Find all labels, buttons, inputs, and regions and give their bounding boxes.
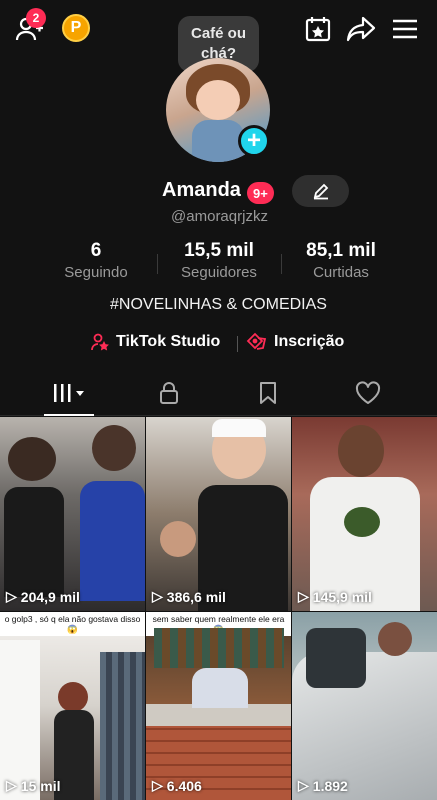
video-views: ▷ 6.406 <box>152 777 202 794</box>
profile-tabs <box>0 370 437 416</box>
play-icon: ▷ <box>298 777 309 793</box>
play-icon: ▷ <box>6 588 17 604</box>
divider <box>157 254 158 274</box>
tab-videos[interactable] <box>40 370 100 416</box>
active-tab-indicator <box>44 414 94 416</box>
edit-profile-button[interactable] <box>292 175 349 207</box>
video-views: ▷ 204,9 mil <box>6 588 80 605</box>
profile-links: TikTok Studio Inscrição <box>0 332 437 356</box>
video-thumbnail[interactable]: ▷ 386,6 mil <box>146 417 291 611</box>
bookmark-icon <box>260 382 276 404</box>
play-icon: ▷ <box>152 777 163 793</box>
video-thumbnail[interactable]: ▷ 1.892 <box>292 612 437 800</box>
video-views: ▷ 1.892 <box>298 777 348 794</box>
tiktok-studio-link[interactable]: TikTok Studio <box>90 332 220 352</box>
profile-name: Amanda <box>162 179 241 201</box>
profile-stats: 6 Seguindo 15,5 mil Seguidores 85,1 mil … <box>0 240 437 284</box>
plus-icon: + <box>246 127 261 154</box>
share-profile-button[interactable] <box>344 12 378 46</box>
profile-name-row: Amanda 9+ <box>0 175 437 209</box>
share-icon <box>346 16 376 42</box>
video-caption: o golp3 , só q ela não gostava disso 😱 <box>0 612 145 636</box>
grid-filter-icon <box>54 384 84 402</box>
profile-handle: @amoraqrjzkz <box>171 208 268 225</box>
name-badge[interactable]: 9+ <box>247 182 274 204</box>
tab-private[interactable] <box>139 370 199 416</box>
tiktok-studio-label: TikTok Studio <box>116 333 221 350</box>
stat-followers[interactable]: 15,5 mil Seguidores <box>159 240 279 281</box>
friends-badge: 2 <box>26 8 46 28</box>
menu-icon <box>393 19 417 39</box>
video-thumbnail[interactable]: ▷ 145,9 mil <box>292 417 437 611</box>
video-views: ▷ 145,9 mil <box>298 588 372 605</box>
profile-bio: #NOVELINHAS & COMEDIAS <box>110 296 327 313</box>
subscription-badge-icon <box>246 332 267 350</box>
menu-button[interactable] <box>388 12 422 46</box>
calendar-button[interactable] <box>301 12 335 46</box>
video-thumbnail[interactable]: ▷ 204,9 mil <box>0 417 145 611</box>
lock-icon <box>160 382 178 404</box>
video-views: ▷ 15 mil <box>6 777 61 794</box>
stat-label: Seguidores <box>181 264 257 281</box>
stat-following[interactable]: 6 Seguindo <box>36 240 156 281</box>
stat-label: Curtidas <box>313 264 369 281</box>
play-icon: ▷ <box>152 588 163 604</box>
stat-label: Seguindo <box>64 264 128 281</box>
stat-value: 15,5 mil <box>184 240 254 261</box>
subscription-link[interactable]: Inscrição <box>246 332 344 352</box>
stat-value: 6 <box>90 240 102 261</box>
video-grid: ▷ 204,9 mil ▷ 386,6 mil ▷ 145,9 mil o golp3… <box>0 417 437 800</box>
coin-icon[interactable]: P <box>62 14 90 42</box>
stat-likes[interactable]: 85,1 mil Curtidas <box>281 240 401 281</box>
studio-person-icon <box>91 333 109 351</box>
video-thumbnail[interactable]: sem saber quem realmente ele era 😱 ▷6.40… <box>146 612 291 800</box>
subscription-label: Inscrição <box>274 333 345 350</box>
tab-liked[interactable] <box>338 370 398 416</box>
play-icon: ▷ <box>6 777 17 793</box>
tab-saved[interactable] <box>238 370 298 416</box>
add-friend-button[interactable]: 2 <box>12 8 46 46</box>
divider <box>237 336 238 352</box>
calendar-star-icon <box>305 17 331 42</box>
heart-icon <box>355 381 381 404</box>
video-thumbnail[interactable]: o golp3 , só q ela não gostava disso 😱 ▷… <box>0 612 145 800</box>
pencil-icon <box>313 183 328 200</box>
add-story-button[interactable]: + <box>238 125 270 157</box>
video-views: ▷ 386,6 mil <box>152 588 226 605</box>
play-icon: ▷ <box>298 588 309 604</box>
stat-value: 85,1 mil <box>306 240 376 261</box>
